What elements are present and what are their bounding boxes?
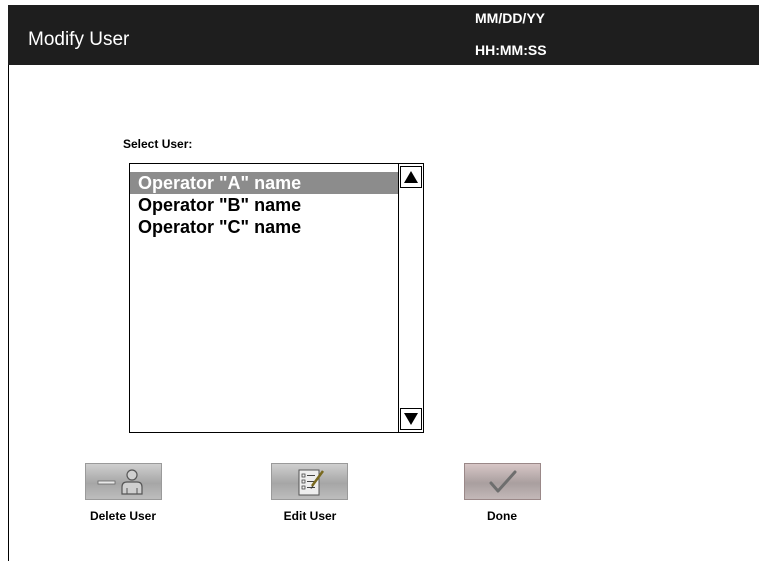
delete-user-button[interactable]: [85, 463, 162, 500]
triangle-up-icon: [404, 171, 418, 183]
edit-user-label: Edit User: [283, 509, 337, 523]
scroll-up-button[interactable]: [400, 166, 422, 188]
list-item-operator-b[interactable]: Operator "B" name: [130, 194, 398, 216]
user-list: Operator "A" name Operator "B" name Oper…: [130, 172, 398, 238]
select-user-label: Select User:: [123, 137, 193, 151]
edit-checklist-icon: [298, 469, 324, 495]
user-listbox[interactable]: Operator "A" name Operator "B" name Oper…: [129, 163, 424, 433]
list-item-operator-c[interactable]: Operator "C" name: [130, 216, 398, 238]
delete-user-label: Delete User: [89, 509, 157, 523]
list-scrollbar[interactable]: [398, 164, 423, 432]
edit-user-button[interactable]: [271, 463, 348, 500]
done-label: Done: [487, 509, 517, 523]
triangle-down-icon: [404, 413, 418, 425]
time-display: HH:MM:SS: [475, 42, 547, 58]
checkmark-icon: [489, 470, 516, 492]
done-button[interactable]: [464, 463, 541, 500]
left-border: [8, 65, 9, 561]
list-item-operator-a[interactable]: Operator "A" name: [130, 172, 398, 194]
page-title: Modify User: [28, 29, 130, 50]
date-display: MM/DD/YY: [475, 10, 545, 26]
scroll-down-button[interactable]: [400, 408, 422, 430]
remove-user-icon: [97, 468, 143, 495]
title-bar: Modify User MM/DD/YY HH:MM:SS: [8, 5, 759, 65]
